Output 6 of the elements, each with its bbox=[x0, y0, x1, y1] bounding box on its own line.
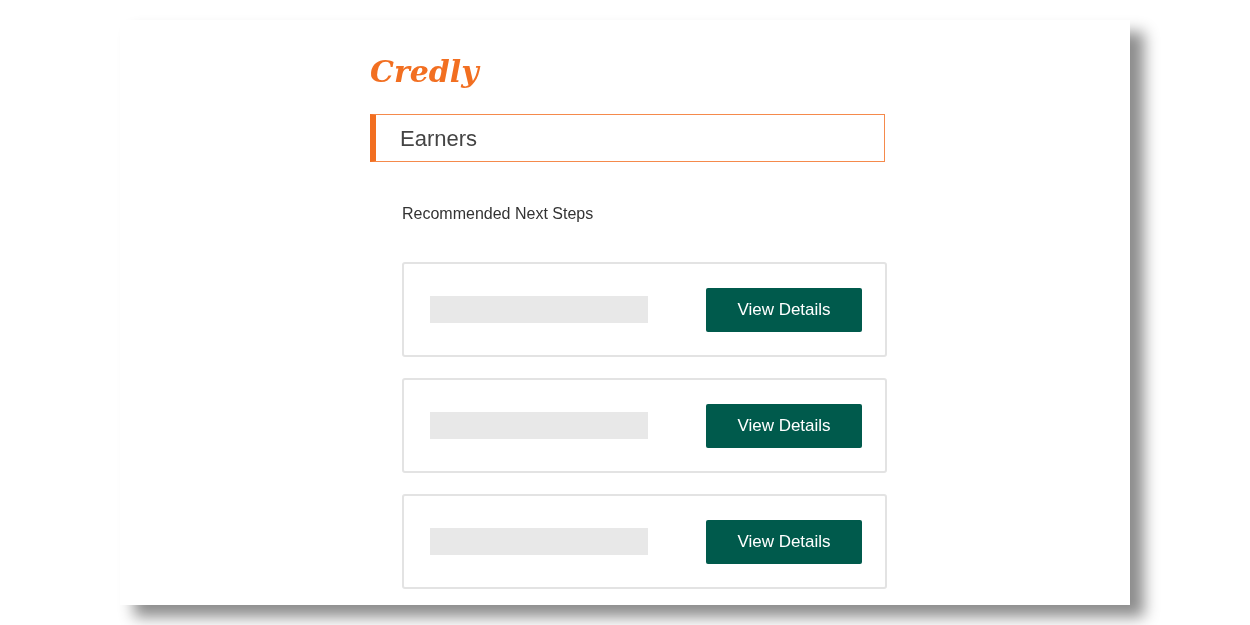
earners-heading: Earners bbox=[400, 124, 478, 153]
credly-logo: Credly bbox=[370, 53, 479, 91]
view-details-button[interactable]: View Details bbox=[706, 403, 862, 448]
view-details-button[interactable]: View Details bbox=[706, 287, 862, 332]
view-details-button[interactable]: View Details bbox=[706, 519, 862, 564]
section-title: Recommended Next Steps bbox=[402, 204, 594, 224]
